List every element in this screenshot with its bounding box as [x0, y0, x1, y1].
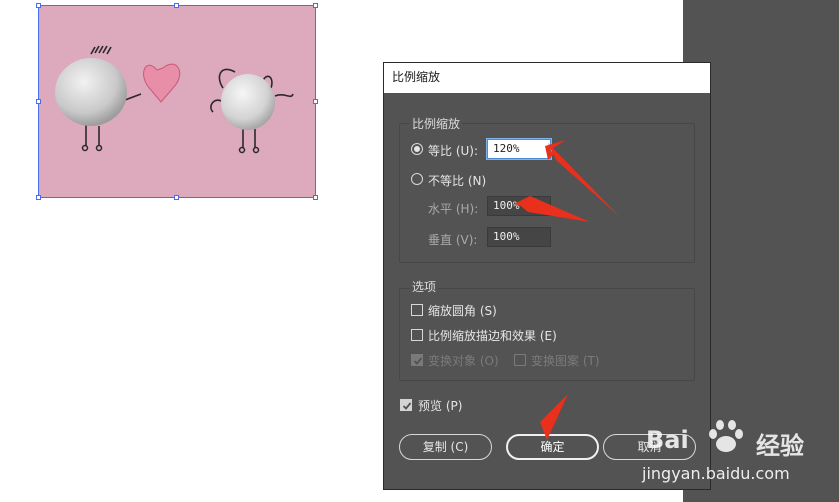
resize-handle-bottom-right[interactable]	[313, 195, 318, 200]
checkmark-icon	[402, 402, 412, 410]
horizontal-label: 水平 (H):	[428, 202, 479, 216]
resize-handle-middle-right[interactable]	[313, 99, 318, 104]
resize-handle-top-left[interactable]	[36, 3, 41, 8]
transform-patterns-label: 变换图案 (T)	[531, 354, 600, 368]
resize-handle-top-right[interactable]	[313, 3, 318, 8]
horizontal-scale-input[interactable]: 100%	[487, 196, 551, 216]
dialog-title: 比例缩放	[384, 63, 710, 93]
selection-bounding-box[interactable]	[38, 5, 316, 198]
resize-handle-top-center[interactable]	[174, 3, 179, 8]
watermark-logo-text: Bai	[646, 426, 689, 454]
scale-group-title: 比例缩放	[410, 115, 463, 132]
non-uniform-radio[interactable]	[411, 173, 423, 185]
resize-handle-middle-left[interactable]	[36, 99, 41, 104]
non-uniform-label: 不等比 (N)	[428, 174, 487, 188]
watermark-url: jingyan.baidu.com	[642, 464, 790, 483]
preview-checkbox[interactable]	[400, 399, 412, 411]
watermark-jingyan-text: 经验	[756, 432, 804, 460]
uniform-radio[interactable]	[411, 143, 423, 155]
preview-label: 预览 (P)	[418, 399, 463, 413]
vertical-label: 垂直 (V):	[428, 233, 478, 247]
uniform-scale-input[interactable]: 120%	[487, 139, 551, 159]
transform-objects-checkbox	[411, 354, 423, 366]
options-group-title: 选项	[410, 278, 439, 295]
baidu-watermark: Bai 经验 jingyan.baidu.com	[640, 406, 830, 496]
ok-button[interactable]: 确定	[506, 434, 599, 460]
resize-handle-bottom-center[interactable]	[174, 195, 179, 200]
copy-button[interactable]: 复制 (C)	[399, 434, 492, 460]
scale-strokes-checkbox[interactable]	[411, 329, 423, 341]
uniform-label: 等比 (U):	[428, 144, 479, 158]
scale-corners-label: 缩放圆角 (S)	[428, 304, 497, 318]
radio-selected-icon	[414, 146, 420, 152]
scale-strokes-label: 比例缩放描边和效果 (E)	[428, 329, 557, 343]
vertical-scale-input[interactable]: 100%	[487, 227, 551, 247]
scale-corners-checkbox[interactable]	[411, 304, 423, 316]
transform-patterns-checkbox	[514, 354, 526, 366]
resize-handle-bottom-left[interactable]	[36, 195, 41, 200]
baidu-paw-icon	[709, 420, 743, 452]
checkmark-icon	[413, 357, 423, 365]
transform-objects-label: 变换对象 (O)	[428, 354, 499, 368]
